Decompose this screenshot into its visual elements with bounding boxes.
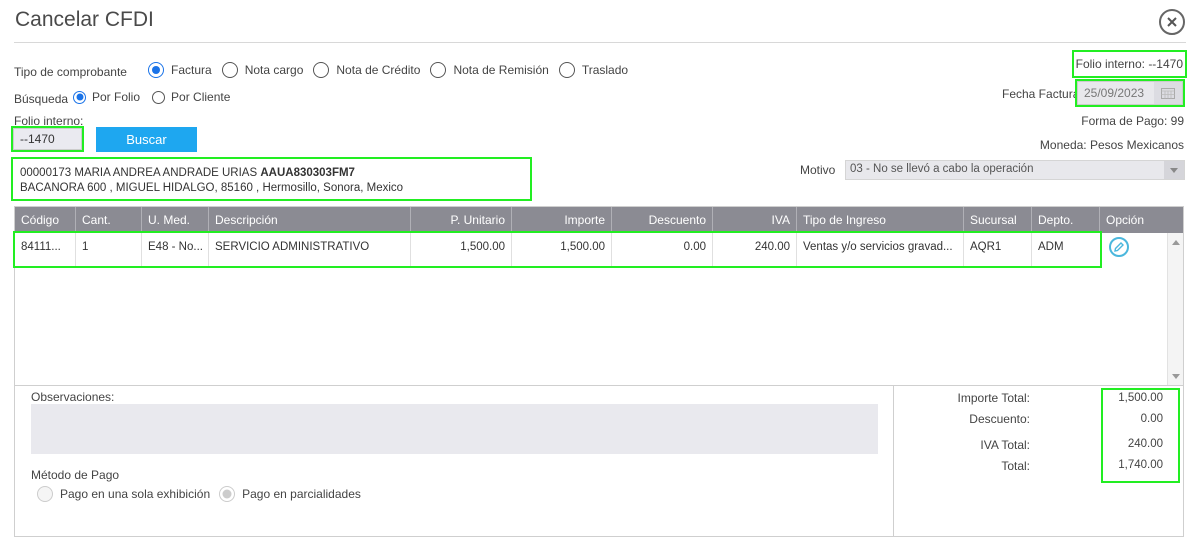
cell-depto: ADM bbox=[1038, 241, 1064, 253]
totals-divider bbox=[893, 386, 894, 536]
col-descripcion: Descripción bbox=[209, 207, 411, 233]
moneda: Moneda: Pesos Mexicanos bbox=[1039, 138, 1184, 152]
col-umed: U. Med. bbox=[142, 207, 209, 233]
items-table: Código Cant. U. Med. Descripción P. Unit… bbox=[13, 206, 1184, 386]
radio-nota-remision-dot[interactable] bbox=[430, 62, 447, 78]
total-label: Total: bbox=[1001, 459, 1030, 473]
importe-total-label: Importe Total: bbox=[957, 391, 1030, 405]
radio-por-cliente[interactable]: Por Cliente bbox=[152, 90, 230, 104]
scroll-down-icon[interactable] bbox=[1168, 369, 1184, 383]
title-divider bbox=[14, 42, 1186, 43]
forma-pago: Forma de Pago: 99 bbox=[1081, 114, 1184, 128]
table-header: Código Cant. U. Med. Descripción P. Unit… bbox=[15, 207, 1183, 233]
importe-total-value: 1,500.00 bbox=[1118, 392, 1163, 404]
totals-values: 1,500.00 0.00 240.00 1,740.00 bbox=[1101, 388, 1180, 483]
col-depto: Depto. bbox=[1032, 207, 1100, 233]
radio-nota-credito[interactable]: Nota de Crédito bbox=[313, 62, 420, 78]
radio-por-folio[interactable]: Por Folio bbox=[73, 90, 140, 104]
iva-total-value: 240.00 bbox=[1127, 438, 1163, 450]
cell-sucursal: AQR1 bbox=[964, 233, 1032, 266]
radio-traslado[interactable]: Traslado bbox=[558, 62, 628, 78]
radio-factura-dot[interactable] bbox=[148, 62, 164, 78]
radio-pago-parcialidades[interactable]: Pago en parcialidades bbox=[219, 486, 361, 502]
cell-importe: 1,500.00 bbox=[512, 233, 612, 266]
radio-pago-parcialidades-dot[interactable] bbox=[219, 486, 236, 502]
close-button[interactable] bbox=[1159, 9, 1185, 35]
edit-pencil-icon[interactable] bbox=[1109, 237, 1129, 257]
col-opcion: Opción bbox=[1106, 213, 1145, 227]
client-rfc: AAUA830303FM7 bbox=[260, 167, 355, 179]
col-importe: Importe bbox=[512, 207, 612, 233]
col-tipo-ingreso: Tipo de Ingreso bbox=[797, 207, 964, 233]
radio-traslado-dot[interactable] bbox=[558, 62, 575, 78]
radio-por-folio-dot[interactable] bbox=[73, 90, 86, 104]
cell-umed: E48 - No... bbox=[142, 233, 209, 266]
col-descuento: Descuento bbox=[612, 207, 713, 233]
cell-iva: 240.00 bbox=[713, 233, 797, 266]
cell-cant: 1 bbox=[76, 233, 142, 266]
metodo-pago-group: Pago en una sola exhibición Pago en parc… bbox=[37, 486, 371, 502]
calendar-icon[interactable] bbox=[1154, 82, 1182, 104]
busqueda-label: Búsqueda bbox=[14, 92, 69, 106]
cell-descripcion: SERVICIO ADMINISTRATIVO bbox=[209, 233, 411, 266]
radio-nota-cargo-dot[interactable] bbox=[221, 62, 238, 78]
folio-input[interactable]: --1470 bbox=[11, 126, 84, 152]
fecha-factura-value: 25/09/2023 bbox=[1084, 86, 1145, 100]
fecha-factura-label: Fecha Factura: bbox=[1002, 87, 1083, 101]
total-value: 1,740.00 bbox=[1118, 459, 1163, 471]
col-codigo: Código bbox=[15, 207, 76, 233]
col-iva: IVA bbox=[713, 207, 797, 233]
fecha-factura-field: 25/09/2023 bbox=[1075, 79, 1185, 107]
col-punitario: P. Unitario bbox=[411, 207, 512, 233]
folio-interno-label: Folio interno: bbox=[14, 114, 84, 128]
metodo-pago-label: Método de Pago bbox=[31, 468, 120, 482]
client-address: BACANORA 600 , MIGUEL HIDALGO, 85160 , H… bbox=[20, 182, 404, 194]
client-info: 00000173 MARIA ANDREA ANDRADE URIAS AAUA… bbox=[11, 157, 532, 201]
table-scrollbar[interactable] bbox=[1167, 233, 1183, 385]
descuento-label: Descuento: bbox=[969, 412, 1030, 426]
iva-total-label: IVA Total: bbox=[980, 438, 1030, 452]
chevron-down-icon[interactable] bbox=[1164, 161, 1184, 179]
motivo-value: 03 - No se llevó a cabo la operación bbox=[850, 163, 1034, 175]
close-icon bbox=[1167, 17, 1177, 27]
folio-interno-info: Folio interno: --1470 bbox=[1071, 50, 1188, 78]
radio-por-cliente-dot[interactable] bbox=[152, 90, 166, 104]
radio-nota-cargo[interactable]: Nota cargo bbox=[221, 62, 303, 78]
cell-descuento: 0.00 bbox=[612, 233, 713, 266]
scroll-up-icon[interactable] bbox=[1168, 235, 1184, 249]
busqueda-group: Por Folio Por Cliente bbox=[73, 90, 240, 104]
radio-factura[interactable]: Factura bbox=[148, 62, 212, 78]
buscar-button[interactable]: Buscar bbox=[96, 127, 197, 152]
cell-codigo: 84111... bbox=[15, 233, 76, 266]
col-cant: Cant. bbox=[76, 207, 142, 233]
motivo-select[interactable]: 03 - No se llevó a cabo la operación bbox=[845, 160, 1185, 180]
table-row[interactable]: 84111... 1 E48 - No... SERVICIO ADMINIST… bbox=[13, 231, 1102, 268]
observaciones-textarea[interactable] bbox=[31, 404, 878, 454]
cell-punitario: 1,500.00 bbox=[411, 233, 512, 266]
radio-pago-una-exhibicion[interactable]: Pago en una sola exhibición bbox=[37, 486, 210, 502]
motivo-label: Motivo bbox=[800, 163, 836, 177]
col-sucursal: Sucursal bbox=[964, 207, 1032, 233]
radio-nota-remision[interactable]: Nota de Remisión bbox=[430, 62, 549, 78]
cell-tipo-ingreso: Ventas y/o servicios gravad... bbox=[797, 233, 964, 266]
radio-nota-credito-dot[interactable] bbox=[313, 62, 330, 78]
observaciones-label: Observaciones: bbox=[31, 390, 115, 404]
page-title: Cancelar CFDI bbox=[15, 8, 154, 31]
client-line-1: 00000173 MARIA ANDREA ANDRADE URIAS AAUA… bbox=[20, 167, 355, 179]
radio-pago-una-exhibicion-dot[interactable] bbox=[37, 486, 53, 502]
tipo-comprobante-group: Factura Nota cargo Nota de Crédito Nota … bbox=[148, 62, 638, 78]
tipo-comprobante-label: Tipo de comprobante bbox=[14, 65, 127, 79]
descuento-value: 0.00 bbox=[1140, 413, 1163, 425]
